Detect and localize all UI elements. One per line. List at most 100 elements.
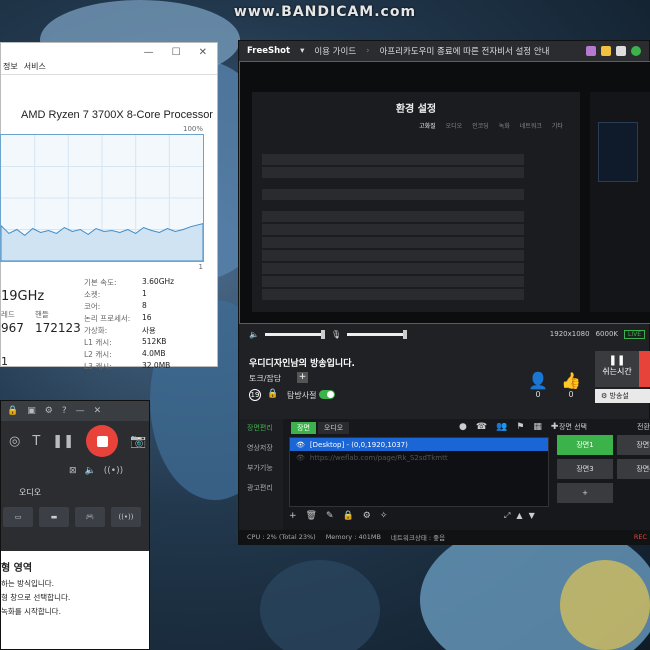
stop-icon [96,435,108,447]
close-icon[interactable]: ✕ [94,406,102,416]
setting-row [262,189,524,200]
move-up-icon[interactable]: ▲ [516,511,522,521]
video-off-icon[interactable]: ⊠ [69,466,77,476]
audio-tab[interactable]: 오디오 [1,481,149,503]
eye-icon[interactable]: 👁 [296,441,305,449]
menu-guide[interactable]: 이용 가이드 [314,45,356,57]
flag-icon[interactable]: ⚑ [516,422,524,432]
nav-item-record[interactable]: 영상저장 [239,439,283,459]
nav-item-extras[interactable]: 부가기능 [239,459,283,479]
eye-icon[interactable]: 👁 [296,454,305,462]
slider-handle[interactable] [320,329,325,339]
game-mode-icon[interactable]: 🎮 [75,507,105,527]
pause-icon[interactable]: ❚❚ [52,434,74,449]
gear-icon[interactable]: ⚙ [363,511,371,521]
recorder-window: 🔒 ▣ ⚙ ? — ✕ ◎ T ❚❚ 📷 ⊠ 🔈 ((•)) 오디오 ▭ ▬ 🎮… [0,400,150,650]
start-broadcast-button[interactable] [639,351,650,387]
add-icon[interactable]: + [289,511,297,521]
handles-value: 172123 [35,321,81,335]
screen-mode-icon[interactable]: ▭ [3,507,33,527]
spec-key: L3 캐시: [84,362,112,371]
source-tool-icons: ● ☎ 👥 ⚑ ▦ ✚ [459,422,558,432]
pause-icon: ❚❚ [608,355,626,366]
tab-audio[interactable]: 오디오 [317,422,350,434]
setting-row [262,250,524,261]
resolution-select[interactable]: 1920x1080 [550,330,590,338]
fit-icon[interactable]: ⤢ [504,511,510,521]
source-item[interactable]: 👁 https://weflab.com/page/Rk_S2sdTkmtt [290,451,548,464]
folder-icon[interactable]: ▣ [27,406,36,416]
fullscreen-mode-icon[interactable]: ▬ [39,507,69,527]
settings-icon[interactable]: ⚙ [45,406,53,416]
freeshot-window: FreeShot ▾ 이용 가이드 › 아프리카도우미 종료에 따른 전자비서 … [238,40,650,545]
mode-title: 형 영역 [1,563,33,574]
window-icon[interactable] [616,46,626,56]
text-icon[interactable]: T [32,434,40,449]
wand-icon[interactable]: ✧ [380,511,388,521]
call-icon[interactable]: ☎ [476,422,487,432]
device-mode-icon[interactable]: ((•)) [111,507,141,527]
alert-icon[interactable] [601,46,611,56]
setting-row [262,224,524,235]
speaker-volume-slider[interactable] [264,329,325,339]
menu-item-info[interactable]: 정보 [3,61,18,74]
broadcast-settings-button[interactable]: ⚙ 방송설 [595,389,650,403]
brand-dropdown-icon[interactable]: ▾ [300,46,304,56]
lock-icon[interactable]: 🔒 [7,406,18,416]
scene-button[interactable]: 장면1 [557,435,613,455]
transition-label: 전환 [637,423,650,431]
stop-record-button[interactable] [86,425,119,457]
scene-button[interactable]: 장면2 [617,435,650,455]
gear-icon: ⚙ [601,392,610,400]
broadcast-preview[interactable]: 환경 설정 고화질 오디오 인코딩 녹화 네트워크 기타 [239,61,650,324]
mini-preview [598,122,638,182]
broadcast-icon[interactable]: ((•)) [104,466,123,476]
puzzle-icon[interactable]: ✚ [551,422,559,432]
broadcast-title[interactable]: 우디디자인남의 방송입니다. [249,356,355,369]
status-icon[interactable] [631,46,641,56]
lock-icon[interactable]: 🔒 [343,511,354,521]
scene-button[interactable]: 장면4 [617,459,650,479]
add-scene-button[interactable]: + [557,483,613,503]
pause-broadcast-button[interactable]: ❚❚ 쉬는시간 [595,351,639,387]
webcam-icon[interactable]: ◎ [9,434,20,449]
mic-icon[interactable]: 🎙 [331,330,341,339]
visit-block-toggle[interactable] [319,390,335,399]
move-down-icon[interactable]: ▼ [529,511,535,521]
lock-icon[interactable]: 🔒 [267,389,278,399]
age-limit-badge[interactable]: 19 [249,389,261,401]
title-tray [586,46,649,56]
trash-icon[interactable]: 🗑 [306,511,317,521]
close-icon[interactable]: ✕ [199,47,207,58]
mic-volume-slider[interactable] [347,329,408,339]
slider-handle[interactable] [403,329,408,339]
live-badge: LIVE [623,329,645,339]
notice-link[interactable]: 아프리카도우미 종료에 따른 전자비서 설정 안내 [380,45,550,57]
menu-item-services[interactable]: 서비스 [24,61,46,74]
edit-icon[interactable]: ✎ [326,511,334,521]
maximize-icon[interactable]: ☐ [172,47,181,58]
record-dot-icon[interactable]: ● [459,422,467,432]
bitrate-select[interactable]: 6000K [596,330,618,338]
nav-item-ads[interactable]: 광고편리 [239,479,283,499]
speaker-icon[interactable]: 🔈 [85,466,96,476]
add-tag-button[interactable]: + [297,372,308,383]
graph-min-label: 1 [198,263,203,271]
grid-icon[interactable]: ▦ [533,422,542,432]
camera-icon[interactable]: 📷 [130,434,146,449]
nav-item-scenes[interactable]: 장면편리 [239,419,283,439]
profile-icon[interactable] [586,46,596,56]
minimize-icon[interactable]: — [76,406,85,416]
minimize-icon[interactable]: — [144,47,154,58]
spec-key: 기본 속도: [84,278,117,287]
spec-value: 16 [142,313,152,322]
scene-select-label: 장면 선택 [559,423,587,431]
category-tag[interactable]: 토크/잡담 [249,373,281,384]
source-item[interactable]: 👁 [Desktop] - (0,0,1920,1037) [290,438,548,451]
group-icon[interactable]: 👥 [496,422,507,432]
tab-scene[interactable]: 장면 [291,422,316,434]
help-icon[interactable]: ? [62,406,67,416]
scene-button[interactable]: 장면3 [557,459,613,479]
app-brand[interactable]: FreeShot [247,46,290,56]
speaker-icon[interactable]: 🔈 [249,330,259,339]
